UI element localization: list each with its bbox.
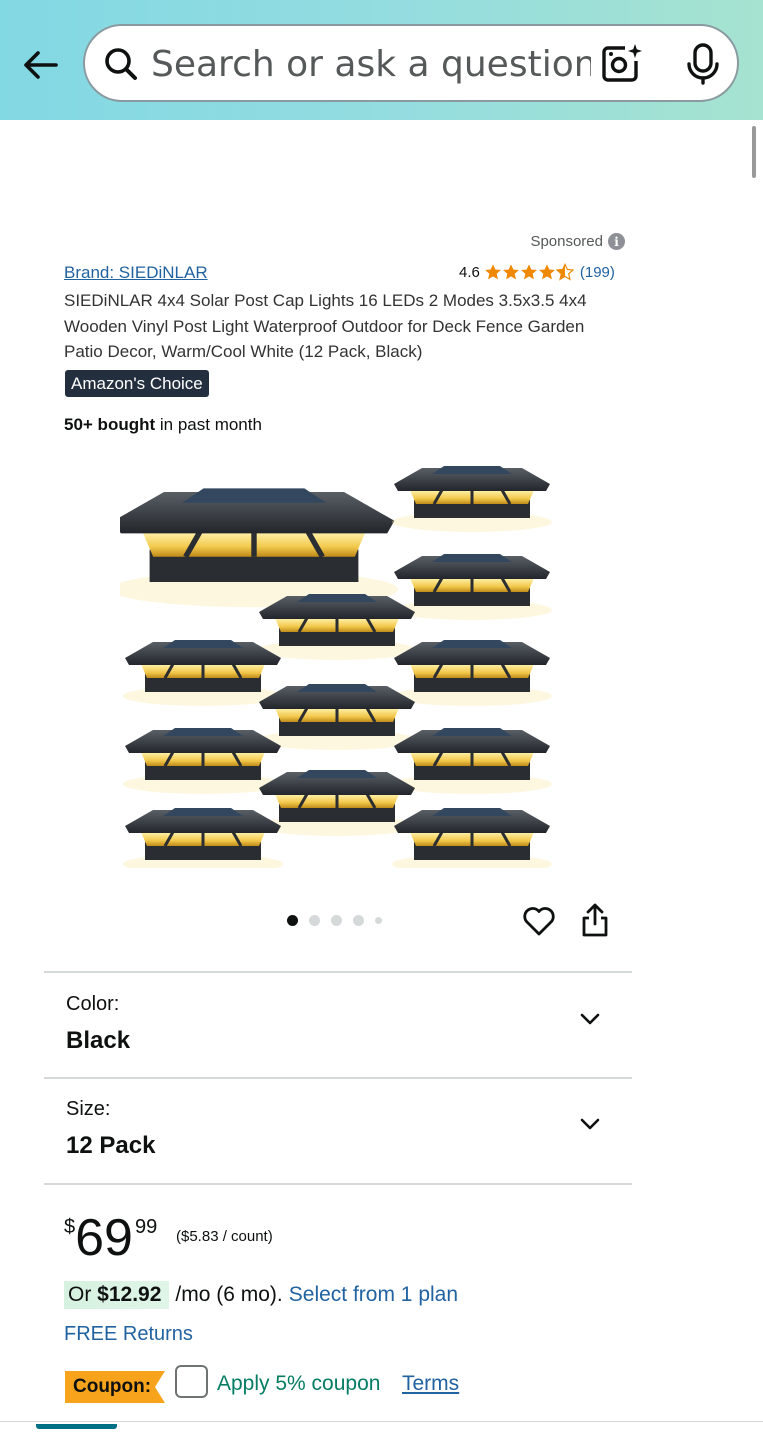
image-carousel-dots[interactable] bbox=[287, 915, 382, 926]
bottom-tab-indicator bbox=[36, 1424, 117, 1429]
search-icon bbox=[105, 48, 137, 80]
chevron-down-icon bbox=[580, 1013, 600, 1025]
microphone-icon[interactable] bbox=[683, 42, 723, 86]
bought-suffix: in past month bbox=[155, 415, 262, 434]
monthly-highlight: Or $12.92 bbox=[64, 1281, 170, 1309]
carousel-dot[interactable] bbox=[375, 917, 382, 924]
chevron-down-icon bbox=[580, 1118, 600, 1130]
price-currency: $ bbox=[64, 1216, 76, 1238]
size-selector[interactable]: Size: 12 Pack bbox=[44, 1078, 632, 1182]
coupon-badge: Coupon: bbox=[65, 1371, 165, 1403]
rating-count[interactable]: (199) bbox=[580, 264, 615, 281]
price-fraction: 99 bbox=[134, 1216, 158, 1238]
amazons-choice-badge: Amazon's Choice bbox=[65, 370, 209, 397]
search-input[interactable] bbox=[151, 40, 591, 88]
carousel-dot[interactable] bbox=[287, 915, 298, 926]
size-value: 12 Pack bbox=[66, 1132, 156, 1159]
camera-lens-icon[interactable] bbox=[599, 42, 643, 86]
color-selector[interactable]: Color: Black bbox=[44, 973, 632, 1077]
unit-price: ($5.83 / count) bbox=[176, 1228, 273, 1245]
carousel-dot[interactable] bbox=[353, 915, 364, 926]
bought-count: 50+ bought bbox=[64, 415, 156, 434]
color-label: Color: bbox=[66, 993, 120, 1015]
apply-coupon-label[interactable]: Apply 5% coupon bbox=[217, 1372, 380, 1396]
star-half-icon bbox=[555, 263, 574, 281]
coupon-terms-link[interactable]: Terms bbox=[402, 1372, 459, 1396]
bottom-divider bbox=[0, 1421, 763, 1422]
info-icon[interactable]: i bbox=[608, 233, 625, 250]
color-value: Black bbox=[66, 1027, 131, 1054]
divider bbox=[44, 1183, 632, 1185]
back-arrow-icon[interactable] bbox=[18, 42, 64, 88]
sponsored-text: Sponsored bbox=[530, 233, 603, 250]
product-title[interactable]: SIEDiNLAR 4x4 Solar Post Cap Lights 16 L… bbox=[64, 288, 624, 365]
top-header bbox=[0, 0, 763, 120]
free-returns-link[interactable]: FREE Returns bbox=[64, 1323, 193, 1346]
star-full-icon bbox=[538, 264, 555, 280]
share-icon[interactable] bbox=[580, 902, 610, 938]
price-whole: 69 bbox=[75, 1209, 133, 1267]
monthly-prefix: Or bbox=[68, 1283, 98, 1306]
coupon-checkbox[interactable] bbox=[175, 1365, 208, 1398]
heart-icon[interactable] bbox=[522, 904, 556, 938]
sponsored-label[interactable]: Sponsored i bbox=[530, 233, 625, 250]
star-full-icon bbox=[484, 264, 501, 280]
carousel-dot[interactable] bbox=[331, 915, 342, 926]
star-rating bbox=[484, 263, 574, 281]
star-full-icon bbox=[502, 264, 519, 280]
price: $ 69 99 bbox=[64, 1208, 157, 1268]
product-image[interactable] bbox=[120, 448, 560, 868]
carousel-dot[interactable] bbox=[309, 915, 320, 926]
select-plan-link[interactable]: Select from 1 plan bbox=[289, 1283, 458, 1307]
rating-summary[interactable]: 4.6 (199) bbox=[459, 263, 615, 281]
monthly-amount: $12.92 bbox=[97, 1283, 162, 1306]
rating-value: 4.6 bbox=[459, 263, 480, 281]
size-label: Size: bbox=[66, 1098, 111, 1120]
star-full-icon bbox=[520, 264, 537, 280]
bought-in-past-month: 50+ bought in past month bbox=[64, 415, 262, 435]
brand-link[interactable]: Brand: SIEDiNLAR bbox=[64, 263, 208, 283]
scrollbar[interactable] bbox=[752, 126, 756, 178]
monthly-suffix: /mo (6 mo). bbox=[175, 1283, 283, 1306]
monthly-payment: Or $12.92 /mo (6 mo). Select from 1 plan bbox=[64, 1281, 458, 1309]
search-bar[interactable] bbox=[83, 24, 739, 102]
